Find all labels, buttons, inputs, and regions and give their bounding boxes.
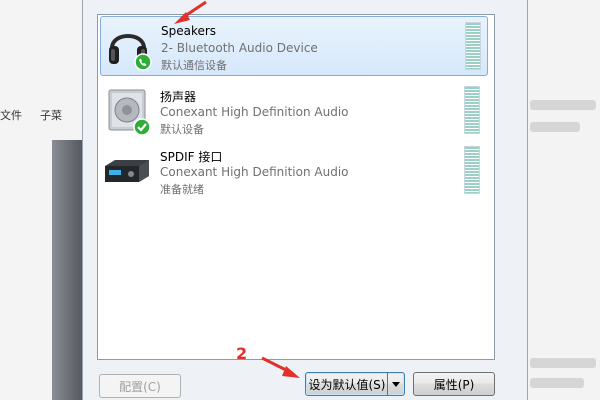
annotation-arrow-icon (261, 356, 300, 378)
annotation-step-number: 2 (236, 344, 248, 363)
annotation-arrow-icon (174, 0, 207, 24)
annotation-layer (174, 0, 300, 378)
